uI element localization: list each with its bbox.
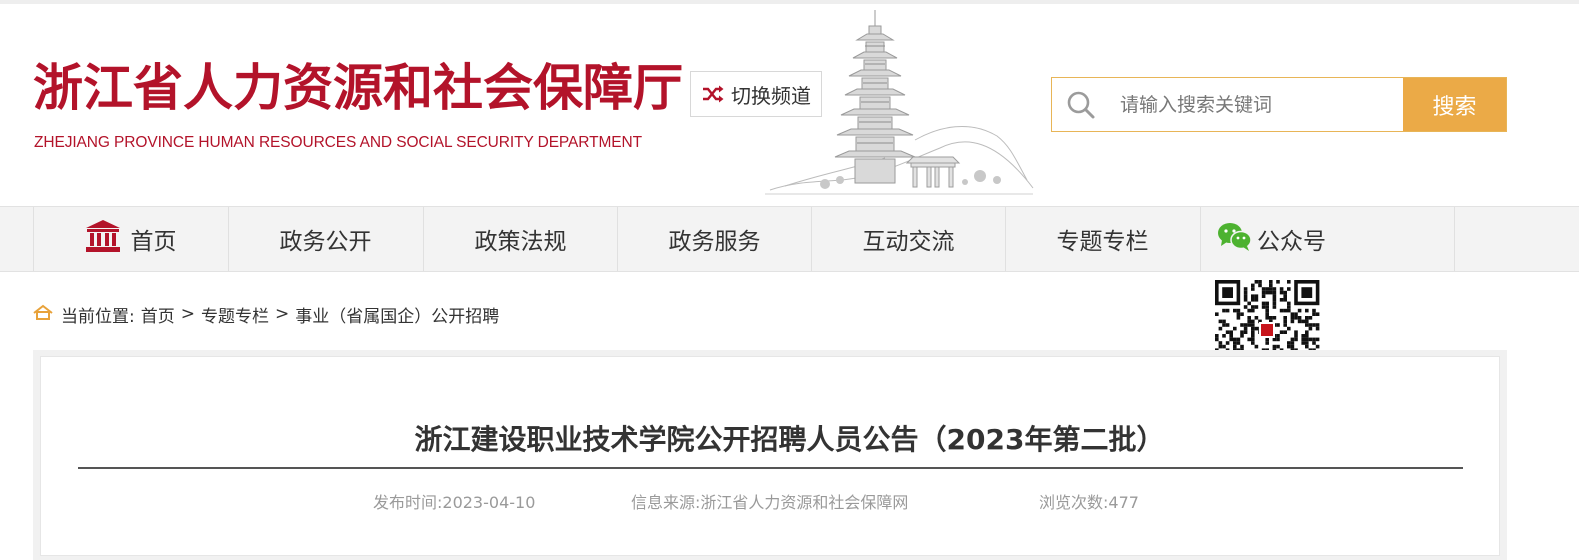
nav-item-label: 政务服务 (668, 229, 761, 255)
site-logo-title[interactable]: 浙江省人力资源和社会保障厅 (33, 58, 683, 118)
nav-item-government-affairs[interactable]: 政务公开 (228, 207, 422, 271)
site-logo-subtitle: ZHEJIANG PROVINCE HUMAN RESOURCES AND SO… (34, 134, 642, 151)
breadcrumb-recruitment[interactable]: 事业（省属国企）公开招聘 (295, 302, 499, 327)
breadcrumb-home[interactable]: 首页 (141, 302, 175, 327)
nav-item-interaction[interactable]: 互动交流 (811, 207, 1005, 271)
breadcrumb-separator: > (274, 304, 290, 324)
nav-item-label: 政务公开 (279, 229, 372, 255)
nav-item-special-topics[interactable]: 专题专栏 (1005, 207, 1199, 271)
main-nav: 首页 政务公开 政策法规 政务服务 互动交流 专题专栏 公众号 (0, 206, 1579, 272)
nav-item-label: 政策法规 (474, 229, 567, 255)
nav-item-label: 首页 (130, 229, 177, 255)
building-icon (85, 219, 121, 259)
publish-time: 发布时间:2023-04-10 (373, 493, 536, 512)
top-border (0, 0, 1579, 4)
search-box: 搜索 (1051, 77, 1507, 132)
breadcrumb-separator: > (180, 304, 195, 324)
wechat-icon (1217, 221, 1253, 257)
search-icon (1066, 90, 1096, 124)
nav-item-official-account[interactable]: 公众号 (1200, 207, 1455, 271)
nav-item-label: 互动交流 (862, 229, 955, 255)
info-source: 信息来源:浙江省人力资源和社会保障网 (631, 493, 909, 512)
breadcrumb-prefix: 当前位置: (61, 306, 135, 327)
pagoda-illustration (765, 8, 1035, 198)
nav-item-label: 公众号 (1257, 229, 1326, 255)
nav-item-policies[interactable]: 政策法规 (423, 207, 617, 271)
shuffle-icon (701, 84, 725, 104)
search-button[interactable]: 搜索 (1403, 78, 1506, 131)
nav-item-services[interactable]: 政务服务 (617, 207, 811, 271)
location-home-icon (33, 304, 53, 325)
title-divider (78, 467, 1463, 469)
breadcrumb-special-topics[interactable]: 专题专栏 (201, 302, 269, 327)
article-title: 浙江建设职业技术学院公开招聘人员公告（2023年第二批） (414, 423, 1165, 456)
view-count: 浏览次数:477 (1039, 493, 1139, 512)
nav-item-label: 专题专栏 (1056, 229, 1149, 255)
search-input[interactable] (1106, 79, 1402, 130)
breadcrumb: 当前位置: 首页 > 专题专栏 > 事业（省属国企）公开招聘 (33, 300, 499, 328)
nav-item-home[interactable]: 首页 (33, 207, 227, 271)
